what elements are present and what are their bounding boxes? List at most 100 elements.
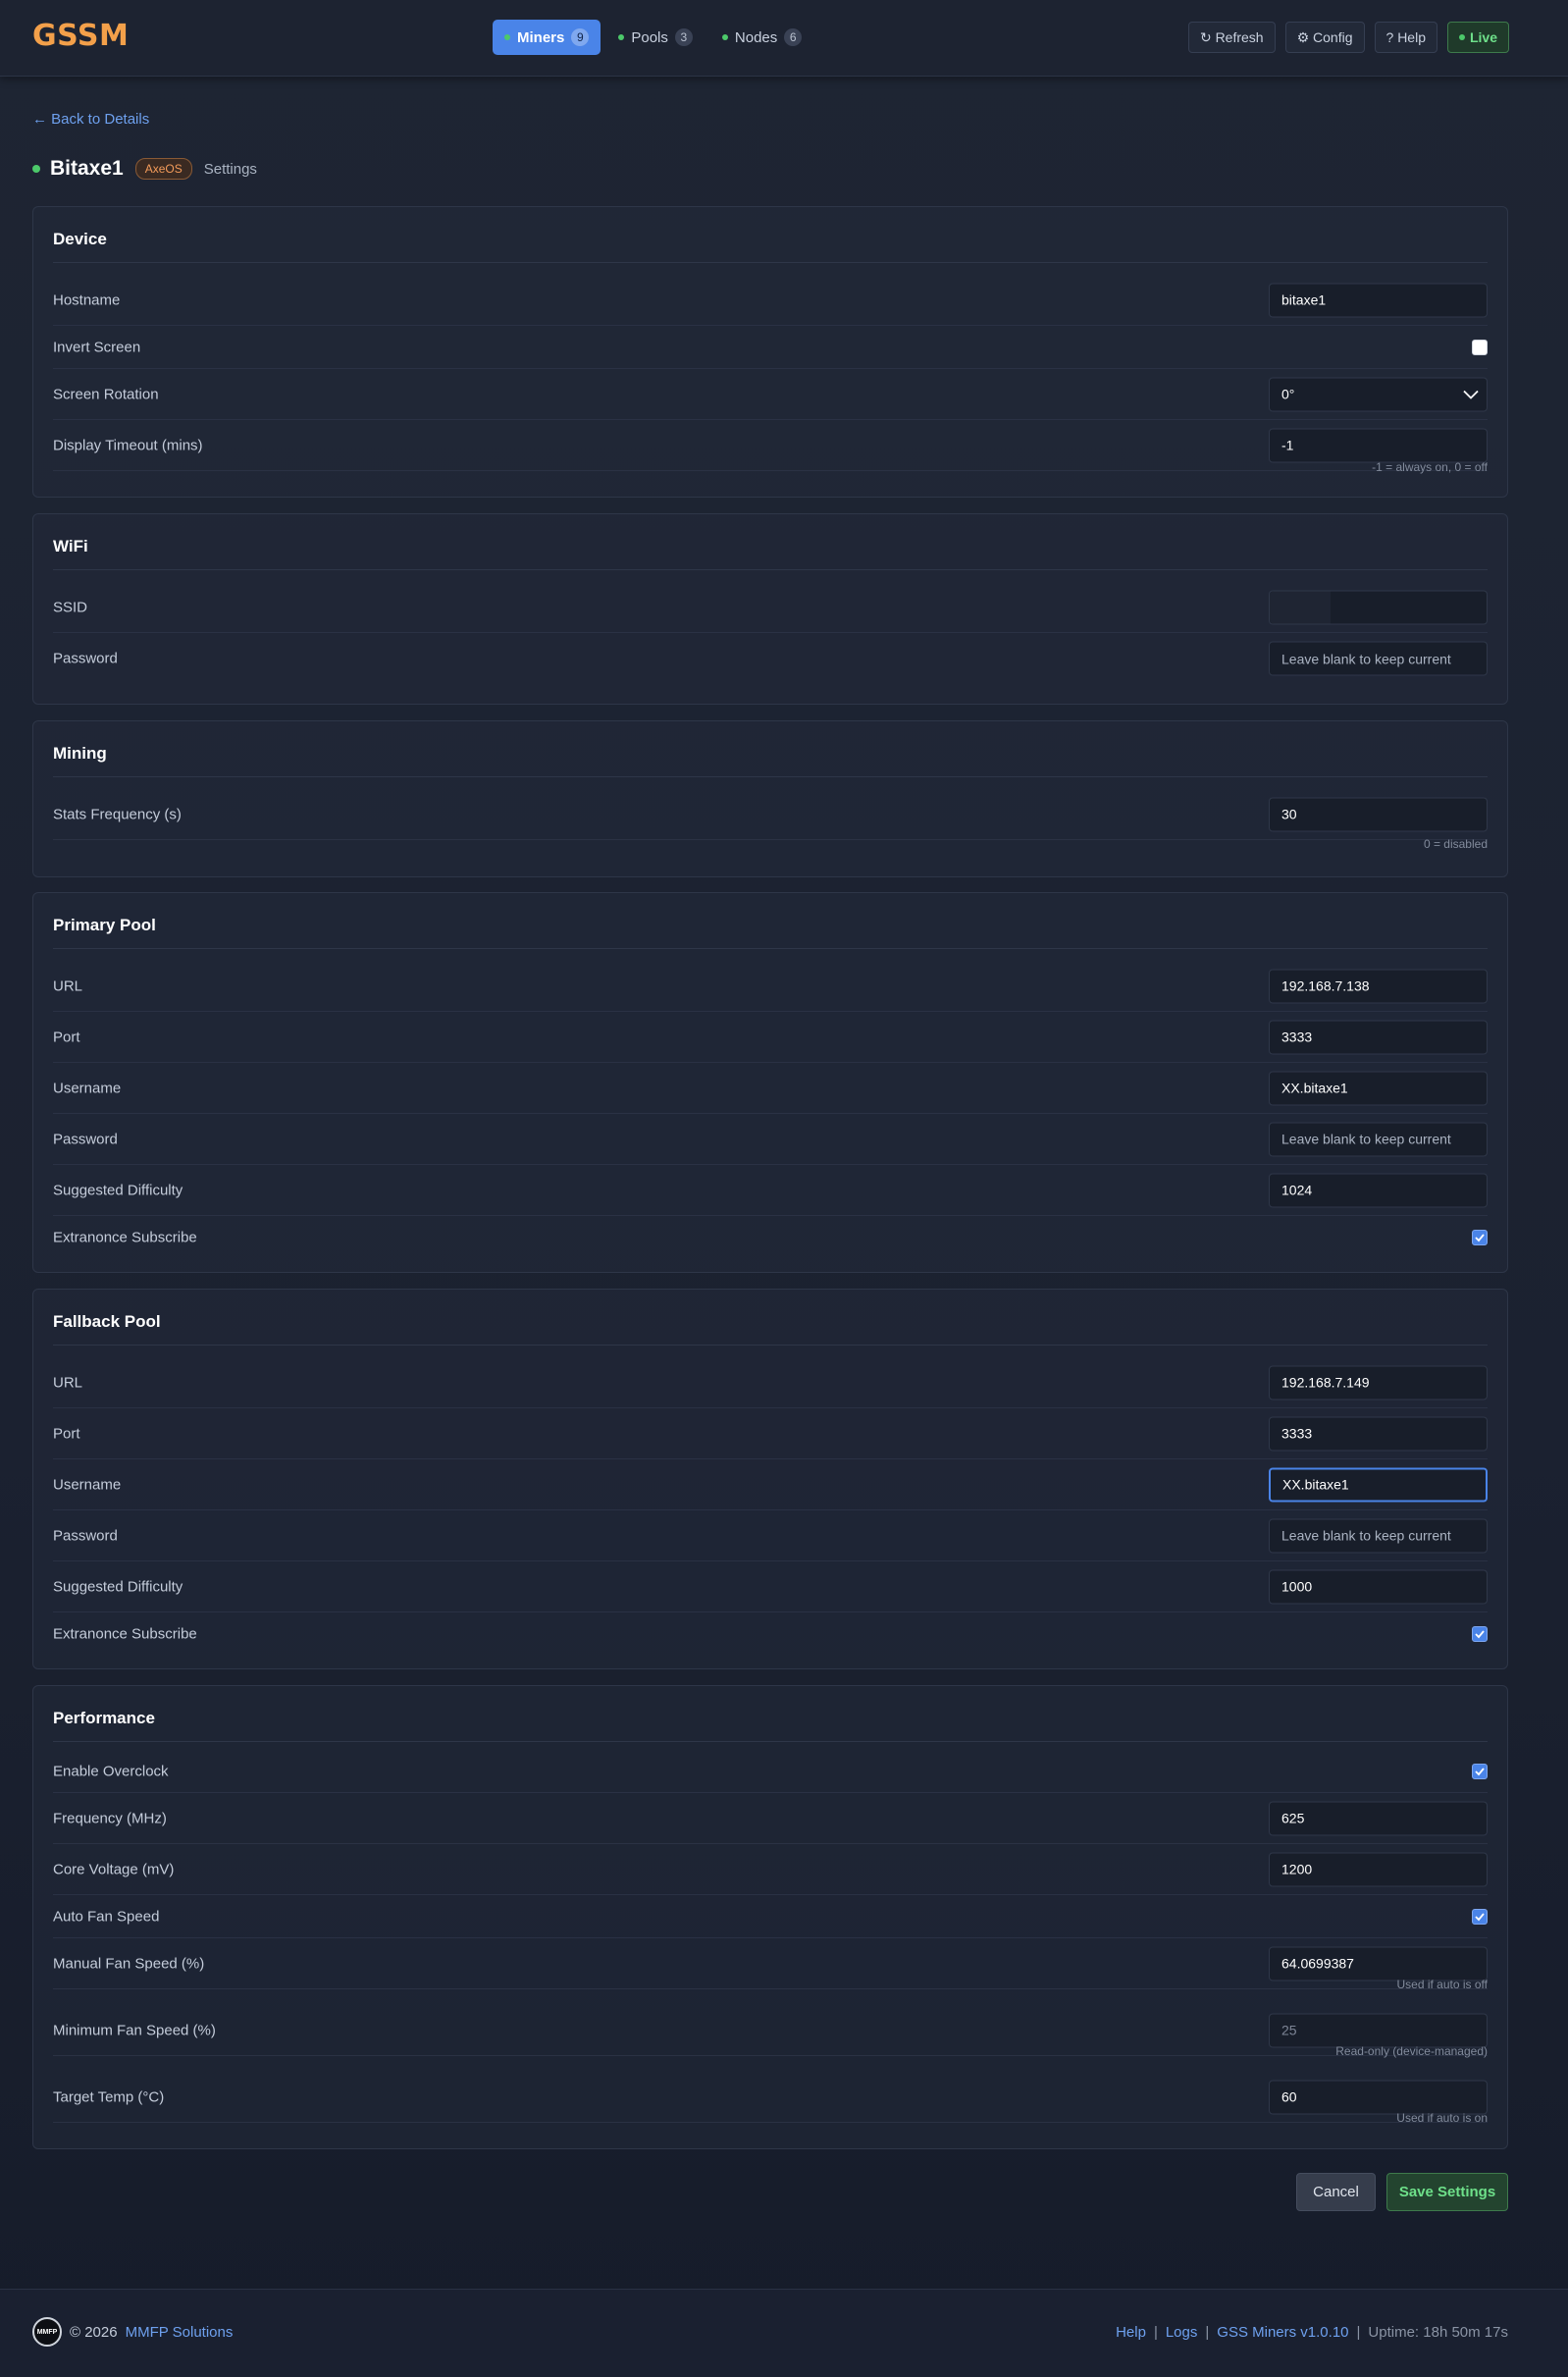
display-timeout-row: Display Timeout (mins) -1 [53,420,1488,471]
tab-count-badge: 9 [571,28,590,46]
wifi-password-label: Password [53,650,118,667]
footer-help-link[interactable]: Help [1116,2324,1146,2341]
target-temp-label: Target Temp (°C) [53,2088,165,2105]
fallback-username-label: Username [53,1476,122,1493]
fallback-port-label: Port [53,1425,80,1442]
fallback-extranonce-checkbox[interactable] [1472,1626,1488,1642]
device-section: Device Hostname bitaxe1 Invert Screen Sc… [32,206,1508,498]
display-timeout-input[interactable]: -1 [1269,428,1488,462]
display-timeout-hint: -1 = always on, 0 = off [1372,460,1488,474]
primary-port-input[interactable]: 3333 [1269,1020,1488,1054]
section-title: Fallback Pool [53,1312,161,1331]
overclock-label: Enable Overclock [53,1763,169,1779]
refresh-button[interactable]: ↻ Refresh [1187,22,1276,53]
footer-logs-link[interactable]: Logs [1166,2324,1198,2341]
hostname-label: Hostname [53,291,121,308]
auto-fan-checkbox[interactable] [1472,1908,1488,1925]
manual-fan-label: Manual Fan Speed (%) [53,1955,205,1972]
fallback-difficulty-input[interactable]: 1000 [1269,1569,1488,1604]
primary-username-input[interactable]: XX.bitaxe1 [1269,1071,1488,1105]
tab-label: Miners [517,28,565,46]
target-temp-row: Target Temp (°C) 60 [53,2072,1488,2123]
fallback-username-row: Username XX.bitaxe1 [53,1459,1488,1510]
page-title-row: Bitaxe1 AxeOS Settings [32,155,257,183]
stats-frequency-input[interactable]: 30 [1269,797,1488,831]
wifi-password-input[interactable]: Leave blank to keep current [1269,641,1488,676]
primary-extranonce-label: Extranonce Subscribe [53,1229,197,1246]
config-button[interactable]: ⚙ Config [1284,22,1365,53]
footer-separator: | [1205,2324,1210,2341]
tab-nodes[interactable]: Nodes 6 [710,20,813,55]
primary-password-input[interactable]: Leave blank to keep current [1269,1122,1488,1156]
fallback-url-input[interactable]: 192.168.7.149 [1269,1365,1488,1400]
tab-count-badge: 6 [784,28,803,46]
ssid-autofill-highlight [1270,591,1331,623]
invert-screen-checkbox[interactable] [1472,339,1488,355]
ssid-input[interactable] [1269,590,1488,624]
ssid-row: SSID [53,582,1488,633]
auto-fan-label: Auto Fan Speed [53,1908,160,1925]
wifi-password-row: Password Leave blank to keep current [53,633,1488,684]
footer-right: Help | Logs | GSS Miners v1.0.10 | Uptim… [1116,2324,1508,2341]
primary-difficulty-input[interactable]: 1024 [1269,1173,1488,1207]
section-divider [53,1741,1488,1742]
section-title: Primary Pool [53,916,156,934]
stats-frequency-row: Stats Frequency (s) 30 [53,789,1488,840]
min-fan-row: Minimum Fan Speed (%) 25 [53,2005,1488,2056]
screen-rotation-row: Screen Rotation 0° [53,369,1488,420]
back-to-details-link[interactable]: ← Back to Details [32,111,149,128]
hostname-input[interactable]: bitaxe1 [1269,283,1488,317]
frequency-row: Frequency (MHz) 625 [53,1793,1488,1844]
performance-section: Performance Enable Overclock Frequency (… [32,1685,1508,2149]
overclock-checkbox[interactable] [1472,1763,1488,1779]
primary-extranonce-row: Extranonce Subscribe [53,1216,1488,1259]
stats-frequency-label: Stats Frequency (s) [53,806,182,822]
fallback-port-input[interactable]: 3333 [1269,1416,1488,1451]
checkmark-icon [1475,1234,1485,1242]
version-link[interactable]: GSS Miners v1.0.10 [1217,2324,1348,2341]
section-title: Performance [53,1709,155,1727]
manual-fan-input[interactable]: 64.0699387 [1269,1946,1488,1981]
footer: MMFP © 2026 MMFP Solutions Help | Logs |… [0,2289,1568,2377]
min-fan-hint: Read-only (device-managed) [1335,2044,1488,2058]
ssid-label: SSID [53,599,88,615]
auto-fan-row: Auto Fan Speed [53,1895,1488,1938]
screen-rotation-select[interactable]: 0° [1269,377,1488,411]
live-button[interactable]: Live [1446,22,1509,53]
core-voltage-label: Core Voltage (mV) [53,1861,175,1877]
frequency-input[interactable]: 625 [1269,1801,1488,1835]
core-voltage-input[interactable]: 1200 [1269,1852,1488,1886]
save-settings-button[interactable]: Save Settings [1386,2173,1508,2211]
manual-fan-row: Manual Fan Speed (%) 64.0699387 [53,1938,1488,1989]
app-logo[interactable]: GSSM [32,19,129,53]
company-link[interactable]: MMFP Solutions [126,2324,234,2341]
checkmark-icon [1475,1767,1485,1775]
tab-label: Pools [631,28,668,46]
cancel-button[interactable]: Cancel [1296,2173,1376,2211]
os-badge: AxeOS [134,158,192,180]
primary-url-input[interactable]: 192.168.7.138 [1269,969,1488,1003]
primary-extranonce-checkbox[interactable] [1472,1230,1488,1245]
fallback-password-input[interactable]: Leave blank to keep current [1269,1518,1488,1553]
primary-port-label: Port [53,1029,80,1045]
fallback-password-row: Password Leave blank to keep current [53,1510,1488,1561]
fallback-port-row: Port 3333 [53,1408,1488,1459]
target-temp-hint: Used if auto is on [1396,2111,1488,2125]
help-button[interactable]: ? Help [1374,22,1437,53]
fallback-url-row: URL 192.168.7.149 [53,1357,1488,1408]
target-temp-input[interactable]: 60 [1269,2080,1488,2114]
tab-miners[interactable]: Miners 9 [493,20,601,55]
primary-pool-section: Primary Pool URL 192.168.7.138 Port 3333… [32,892,1508,1273]
status-dot-icon [504,34,510,40]
fallback-pool-section: Fallback Pool URL 192.168.7.149 Port 333… [32,1289,1508,1669]
tab-pools[interactable]: Pools 3 [606,20,705,55]
online-status-icon [32,165,40,173]
page-subtitle: Settings [203,160,257,178]
min-fan-input: 25 [1269,2013,1488,2047]
display-timeout-label: Display Timeout (mins) [53,437,203,453]
section-divider [53,776,1488,777]
fallback-extranonce-row: Extranonce Subscribe [53,1612,1488,1656]
primary-difficulty-row: Suggested Difficulty 1024 [53,1165,1488,1216]
primary-username-row: Username XX.bitaxe1 [53,1063,1488,1114]
fallback-username-input[interactable]: XX.bitaxe1 [1269,1467,1488,1502]
